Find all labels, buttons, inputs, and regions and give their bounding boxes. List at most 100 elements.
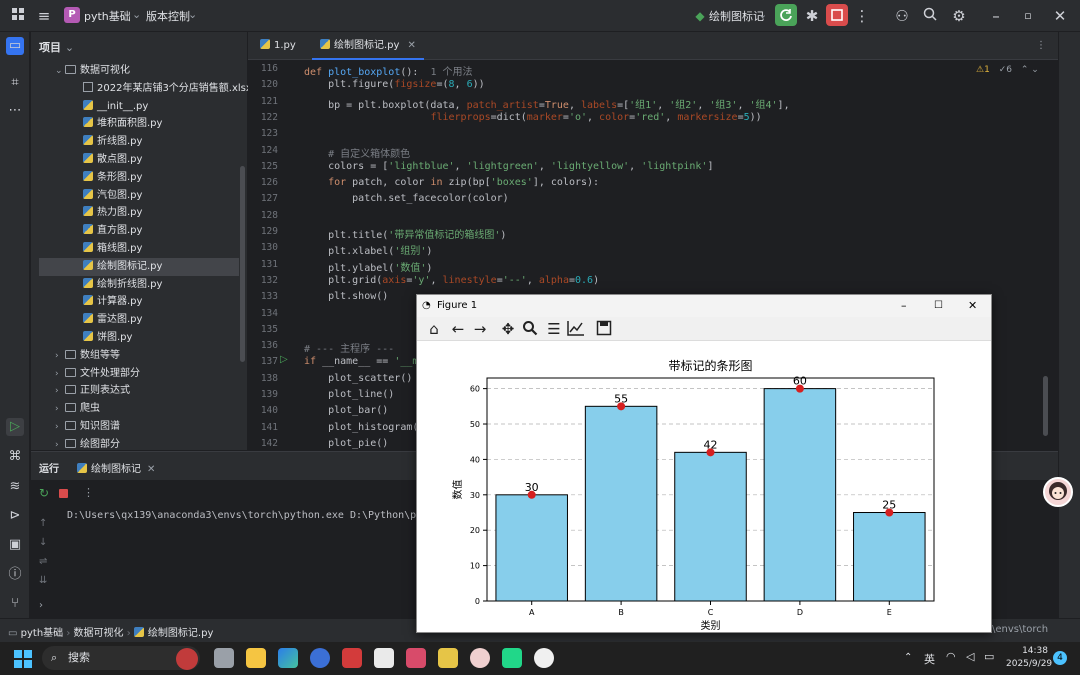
- save-figure-icon[interactable]: [595, 320, 613, 338]
- more-icon[interactable]: ⋮: [852, 6, 872, 26]
- tree-item[interactable]: 计算器.py: [39, 293, 239, 311]
- stop-run-icon[interactable]: [59, 489, 68, 498]
- edit-axes-icon[interactable]: [567, 320, 585, 338]
- volume-icon[interactable]: ◁: [966, 650, 974, 663]
- app-icon[interactable]: [278, 648, 298, 668]
- run-side-tools[interactable]: ↑ ↓ ⇌ ⇊: [39, 514, 47, 590]
- clock[interactable]: 14:38 2025/9/29: [1006, 645, 1052, 671]
- chevron-right-icon[interactable]: ›: [55, 382, 65, 400]
- browser-icon[interactable]: [310, 648, 330, 668]
- vcs-menu[interactable]: 版本控制: [146, 8, 190, 24]
- tree-item[interactable]: 2022年某店铺3个分店销售额.xlsx: [39, 80, 252, 98]
- close-tab-icon[interactable]: ✕: [147, 464, 155, 475]
- avatar[interactable]: [1043, 477, 1073, 507]
- close-icon[interactable]: ✕: [1050, 6, 1070, 26]
- tree-item[interactable]: 汽包图.py: [39, 187, 239, 205]
- avatar-app-icon[interactable]: [470, 648, 490, 668]
- run-gutter-icon[interactable]: ▷: [280, 354, 288, 365]
- tree-item[interactable]: › 正则表达式: [39, 382, 239, 400]
- folder-tool-icon[interactable]: ▭: [6, 37, 24, 55]
- tree-item[interactable]: 热力图.py: [39, 204, 239, 222]
- panda-app-icon[interactable]: [374, 648, 394, 668]
- debug-icon[interactable]: ✱: [802, 6, 822, 26]
- tree-item[interactable]: __init__.py: [39, 98, 239, 116]
- wps-icon[interactable]: [342, 648, 362, 668]
- services-icon[interactable]: ⊳: [6, 507, 24, 525]
- tab-active-file[interactable]: 绘制图标记.py ✕: [312, 32, 424, 60]
- chevron-right-icon[interactable]: ›: [55, 418, 65, 436]
- star-app-icon[interactable]: [438, 648, 458, 668]
- interpreter-widget[interactable]: \envs\torch: [992, 624, 1048, 635]
- structure-tool-icon[interactable]: ⌗: [6, 74, 24, 92]
- expand-icon[interactable]: ›: [39, 600, 43, 611]
- tree-item[interactable]: 绘制图标记.py: [39, 257, 239, 276]
- battery-icon[interactable]: ▭: [984, 650, 994, 663]
- tree-item[interactable]: › 爬虫: [39, 400, 239, 418]
- tree-item[interactable]: › 数组等等: [39, 347, 239, 365]
- run-config-selector[interactable]: 绘制图标记: [709, 8, 764, 24]
- rerun-icon[interactable]: ↻: [39, 486, 49, 500]
- tree-item[interactable]: 箱线图.py: [39, 240, 239, 258]
- maximize-icon[interactable]: ▫: [1018, 6, 1038, 26]
- tree-item[interactable]: 堆积面积图.py: [39, 115, 239, 133]
- run-tool-icon[interactable]: ▷: [6, 418, 24, 436]
- tray-chevron-up-icon[interactable]: ⌃: [904, 652, 912, 663]
- terminal-icon[interactable]: ▣: [6, 536, 24, 554]
- figure-close-icon[interactable]: ✕: [968, 295, 977, 317]
- main-menu-icon[interactable]: ≡: [34, 6, 54, 26]
- stop-button[interactable]: [826, 4, 848, 26]
- tree-item[interactable]: 条形图.py: [39, 169, 239, 187]
- editor-scrollbar[interactable]: [1043, 376, 1048, 436]
- tree-item[interactable]: 折线图.py: [39, 133, 239, 151]
- zoom-icon[interactable]: [521, 320, 539, 338]
- search-icon[interactable]: [920, 6, 940, 26]
- grid-app-icon[interactable]: [406, 648, 426, 668]
- tree-item[interactable]: 直方图.py: [39, 222, 239, 240]
- problems-icon[interactable]: ⓘ: [6, 566, 24, 584]
- add-user-icon[interactable]: ⚇: [892, 6, 912, 26]
- task-view-icon[interactable]: [214, 648, 234, 668]
- rerun-button[interactable]: [775, 4, 797, 26]
- tree-item[interactable]: 雷达图.py: [39, 311, 239, 329]
- run-tab[interactable]: 绘制图标记 ✕: [77, 460, 155, 475]
- layers-icon[interactable]: ≋: [6, 478, 24, 496]
- project-selector[interactable]: pyth基础: [84, 8, 131, 24]
- close-tab-icon[interactable]: ✕: [407, 40, 415, 51]
- ime-indicator[interactable]: 英: [924, 651, 935, 667]
- inspection-widget[interactable]: ⚠1 ✓6 ⌃ ⌄: [976, 65, 1039, 75]
- pycharm-icon[interactable]: [502, 648, 522, 668]
- figure-maximize-icon[interactable]: ☐: [934, 295, 943, 317]
- minimize-icon[interactable]: –: [986, 6, 1006, 26]
- tree-item[interactable]: 散点图.py: [39, 151, 239, 169]
- chevron-down-icon[interactable]: ⌄: [55, 62, 65, 80]
- tabs-more-icon[interactable]: ⋮: [1028, 32, 1054, 60]
- home-icon[interactable]: ⌂: [425, 320, 443, 338]
- scrollbar[interactable]: [240, 166, 245, 362]
- settings-gear-icon[interactable]: ⚙: [949, 6, 969, 26]
- tab-1-py[interactable]: 1.py: [252, 32, 304, 60]
- tree-item[interactable]: 绘制折线图.py: [39, 276, 239, 294]
- start-button-icon[interactable]: [14, 650, 32, 672]
- python-packages-icon[interactable]: ⌘: [6, 448, 24, 466]
- forward-arrow-icon[interactable]: →: [471, 320, 489, 338]
- breadcrumb[interactable]: ▭ pyth基础 › 数据可视化 › 绘制图标记.py: [8, 624, 213, 639]
- git-icon[interactable]: ⑂: [6, 595, 24, 613]
- back-arrow-icon[interactable]: ←: [449, 320, 467, 338]
- tree-item[interactable]: ⌄ 数据可视化: [39, 62, 239, 80]
- run-more-icon[interactable]: ⋮: [83, 486, 94, 499]
- notification-badge[interactable]: 4: [1053, 651, 1067, 665]
- heart-widget-icon[interactable]: [176, 648, 198, 670]
- figure-minimize-icon[interactable]: –: [901, 295, 907, 317]
- subplots-config-icon[interactable]: ☰: [545, 320, 563, 338]
- matplotlib-figure-icon[interactable]: [534, 648, 554, 668]
- file-explorer-icon[interactable]: [246, 648, 266, 668]
- wifi-icon[interactable]: ◠: [946, 650, 956, 663]
- tree-item[interactable]: › 文件处理部分: [39, 365, 239, 383]
- chevron-right-icon[interactable]: ›: [55, 365, 65, 383]
- tree-item[interactable]: › 知识图谱: [39, 418, 239, 436]
- chevron-right-icon[interactable]: ›: [55, 347, 65, 365]
- pan-icon[interactable]: ✥: [499, 320, 517, 338]
- chevron-right-icon[interactable]: ›: [55, 400, 65, 418]
- tree-item[interactable]: 饼图.py: [39, 329, 239, 347]
- more-tools-icon[interactable]: ⋯: [6, 102, 24, 120]
